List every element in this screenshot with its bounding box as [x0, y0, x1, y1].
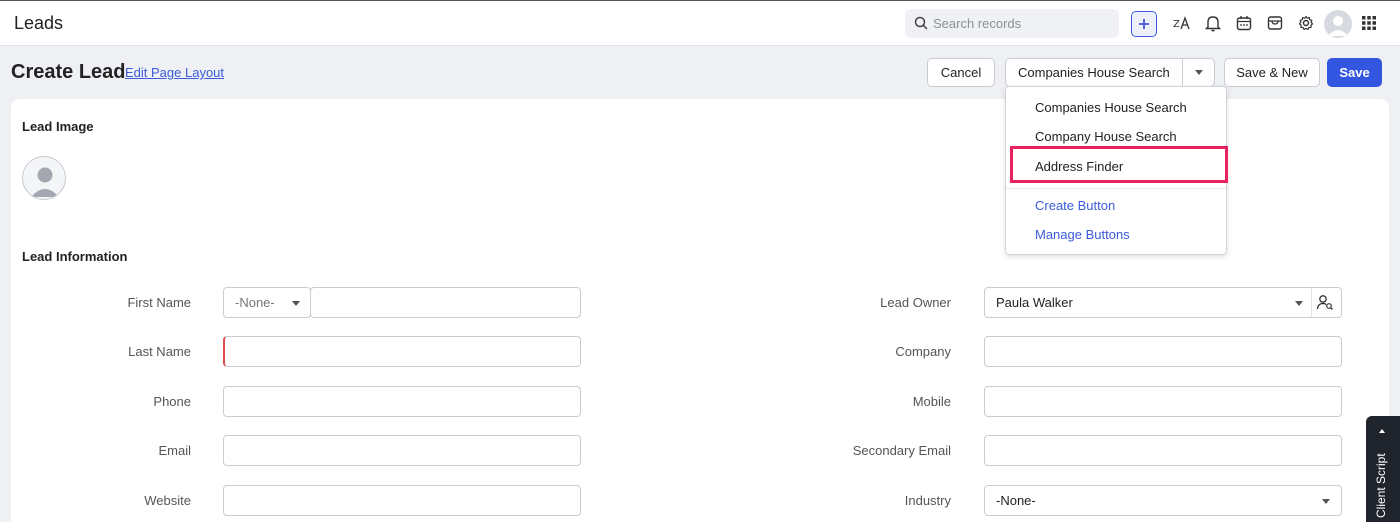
app-title: Leads — [14, 13, 64, 33]
label-website: Website — [144, 493, 191, 508]
quick-create-button[interactable] — [1131, 11, 1157, 37]
top-bar: Leads Z — [0, 0, 1400, 46]
svg-text:Z: Z — [1173, 19, 1180, 30]
field-divider — [1311, 288, 1312, 317]
chevron-down-icon — [292, 301, 300, 306]
chevron-down-icon — [1295, 301, 1303, 306]
lead-owner-select[interactable]: Paula Walker — [984, 287, 1342, 318]
search-input[interactable] — [933, 12, 1113, 34]
search-box[interactable] — [905, 9, 1119, 38]
phone-input[interactable] — [223, 386, 581, 417]
section-title-lead-information: Lead Information — [22, 249, 128, 264]
last-name-input[interactable] — [223, 336, 581, 367]
user-placeholder-icon — [31, 167, 59, 197]
chevron-down-icon — [1322, 499, 1330, 504]
save-button[interactable]: Save — [1327, 58, 1382, 87]
gear-icon[interactable] — [1296, 13, 1316, 33]
menu-item-company-house-search[interactable]: Company House Search — [1035, 129, 1177, 144]
bell-icon[interactable] — [1203, 13, 1223, 33]
menu-item-manage-buttons[interactable]: Manage Buttons — [1035, 227, 1130, 242]
label-email: Email — [158, 443, 191, 458]
user-lookup-icon[interactable] — [1316, 293, 1338, 313]
search-icon — [914, 16, 928, 30]
lead-owner-value: Paula Walker — [996, 295, 1073, 310]
marketplace-icon[interactable] — [1265, 13, 1285, 33]
label-last-name: Last Name — [128, 344, 191, 359]
user-icon — [1328, 16, 1348, 36]
caret-up-icon — [1379, 429, 1385, 433]
custom-button-split: Companies House Search — [1005, 58, 1215, 87]
section-title-lead-image: Lead Image — [22, 119, 94, 134]
label-industry: Industry — [904, 493, 951, 508]
page-title: Create Lead — [11, 61, 126, 83]
label-mobile: Mobile — [912, 394, 951, 409]
industry-value: -None- — [996, 493, 1036, 508]
menu-divider — [1006, 188, 1226, 189]
calendar-icon[interactable] — [1234, 13, 1254, 33]
mobile-input[interactable] — [984, 386, 1342, 417]
user-avatar[interactable] — [1324, 10, 1352, 38]
highlight-box — [1010, 146, 1228, 183]
website-input[interactable] — [223, 485, 581, 516]
label-company: Company — [895, 344, 951, 359]
menu-item-companies-house-search[interactable]: Companies House Search — [1035, 100, 1187, 115]
industry-select[interactable]: -None- — [984, 485, 1342, 516]
salutation-value: -None- — [235, 295, 275, 310]
lead-image-upload[interactable] — [22, 156, 66, 200]
companies-house-search-button[interactable]: Companies House Search — [1018, 65, 1170, 80]
company-input[interactable] — [984, 336, 1342, 367]
edit-page-layout-link[interactable]: Edit Page Layout — [125, 65, 224, 80]
apps-grid-icon[interactable] — [1359, 13, 1379, 33]
save-and-new-button[interactable]: Save & New — [1224, 58, 1320, 87]
email-input[interactable] — [223, 435, 581, 466]
label-lead-owner: Lead Owner — [880, 295, 951, 310]
salutation-select[interactable]: -None- — [223, 287, 311, 318]
label-phone: Phone — [153, 394, 191, 409]
label-secondary-email: Secondary Email — [852, 443, 951, 458]
cancel-button[interactable]: Cancel — [927, 58, 995, 87]
plus-icon — [1139, 19, 1149, 29]
menu-item-create-button[interactable]: Create Button — [1035, 198, 1115, 213]
client-script-tab[interactable]: Client Script — [1366, 416, 1400, 522]
split-dropdown-toggle[interactable] — [1183, 59, 1215, 86]
chevron-down-icon — [1195, 70, 1203, 75]
first-name-input[interactable] — [310, 287, 581, 318]
client-script-label: Client Script — [1374, 453, 1388, 518]
label-first-name: First Name — [127, 295, 191, 310]
translate-icon[interactable]: Z — [1172, 13, 1192, 33]
secondary-email-input[interactable] — [984, 435, 1342, 466]
